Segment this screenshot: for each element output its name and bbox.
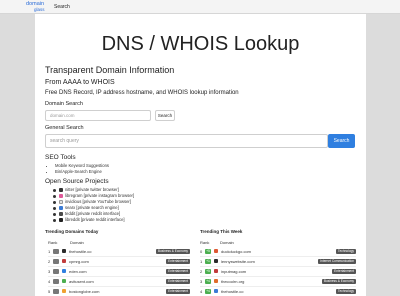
- rank-change-badge: +1: [205, 259, 211, 264]
- table-row[interactable]: 3 eden.com Entertainment: [48, 267, 190, 277]
- rank-value: 5: [48, 289, 51, 294]
- rank-change-badge: [53, 259, 59, 264]
- favicon-icon: [62, 259, 66, 263]
- rank-value: 4: [48, 279, 51, 284]
- bullet-icon: [53, 188, 56, 192]
- table-row[interactable]: 4 +4 thehostile.co Technology: [200, 287, 356, 296]
- col-header-domain: Domain: [220, 240, 234, 245]
- category-badge[interactable]: Technology: [335, 289, 356, 294]
- libregram-icon: [59, 194, 63, 198]
- bullet-icon: [53, 212, 56, 216]
- rank-change-badge: +4: [205, 279, 211, 284]
- table-row[interactable]: 1 thehostile.co Business & Economy: [48, 247, 190, 257]
- table-row[interactable]: 5 bostonglobe.com Entertainment: [48, 287, 190, 296]
- favicon-icon: [214, 249, 218, 253]
- favicon-icon: [62, 279, 66, 283]
- domain-link[interactable]: thehostile.co: [69, 249, 91, 254]
- domain-link[interactable]: avitusent.com: [69, 279, 94, 284]
- category-badge[interactable]: Entertainment: [166, 259, 190, 264]
- rank-value: 2: [48, 259, 51, 264]
- domain-search-button[interactable]: Search: [155, 110, 175, 121]
- favicon-icon: [214, 279, 218, 283]
- favicon-icon: [214, 259, 218, 263]
- domain-link[interactable]: inputmag.com: [221, 269, 246, 274]
- open-source-list: nitter [private twitter browser] libregr…: [53, 187, 134, 223]
- rank-value: 3: [200, 279, 203, 284]
- rank-change-badge: [53, 279, 59, 284]
- intro-heading: Transparent Domain Information: [45, 65, 175, 75]
- favicon-icon: [214, 289, 218, 293]
- table-row[interactable]: 2 cpmrg.com Entertainment: [48, 257, 190, 267]
- libreddit-icon: [59, 218, 63, 222]
- bullet-icon: [53, 218, 56, 222]
- top-navbar: domain glass Search: [0, 0, 400, 14]
- project-item[interactable]: libreddit [private reddit interface]: [53, 217, 134, 223]
- bullet-icon: [53, 206, 56, 210]
- category-badge[interactable]: Entertainment: [332, 269, 356, 274]
- general-search-input[interactable]: search query: [45, 134, 328, 148]
- general-search-button[interactable]: Search: [328, 134, 355, 148]
- seo-tool-link[interactable]: Bin/Apple-Search Engine: [55, 169, 109, 175]
- general-search-label: General Search: [45, 125, 84, 131]
- rank-value: 0: [200, 249, 203, 254]
- teddit-icon: [59, 212, 63, 216]
- col-header-rank: Rank: [48, 240, 58, 245]
- domain-link[interactable]: bostonglobe.com: [69, 289, 99, 294]
- rank-change-badge: +5: [205, 249, 211, 254]
- logo-text-glass: glass: [34, 6, 45, 12]
- intro-subtitle: From AAAA to WHOIS: [45, 79, 115, 86]
- nav-search-link[interactable]: Search: [54, 4, 70, 10]
- trending-week-title: Trending This Week: [200, 229, 243, 234]
- domain-search-label: Domain Search: [45, 101, 83, 107]
- rank-value: 2: [200, 269, 203, 274]
- open-source-heading: Open Source Projects: [45, 178, 109, 185]
- domain-link[interactable]: duckduckgo.com: [221, 249, 251, 254]
- category-badge[interactable]: Entertainment: [166, 269, 190, 274]
- domain-search-input[interactable]: domain.com: [45, 110, 151, 121]
- nitter-icon: [59, 188, 63, 192]
- domain-link[interactable]: lennyswebsite.com: [221, 259, 255, 264]
- category-badge[interactable]: Technology: [335, 249, 356, 254]
- favicon-icon: [62, 249, 66, 253]
- domain-link[interactable]: thecoolrn.org: [221, 279, 244, 284]
- rank-change-badge: [53, 269, 59, 274]
- col-header-domain: Domain: [70, 240, 84, 245]
- rank-change-badge: +4: [205, 289, 211, 294]
- site-logo[interactable]: domain glass: [26, 1, 50, 13]
- searx-icon: [59, 206, 63, 210]
- rank-value: 1: [48, 249, 51, 254]
- rank-value: 4: [200, 289, 203, 294]
- intro-description: Free DNS Record, IP address hostname, an…: [45, 90, 239, 96]
- domain-link[interactable]: cpmrg.com: [69, 259, 89, 264]
- table-row[interactable]: 4 avitusent.com Entertainment: [48, 277, 190, 287]
- trending-today-title: Trending Domains Today: [45, 229, 99, 234]
- category-badge[interactable]: Entertainment: [166, 289, 190, 294]
- rank-value: 3: [48, 269, 51, 274]
- domain-link[interactable]: eden.com: [69, 269, 87, 274]
- seo-tools-list: Mobile Keyword Suggestions Bin/Apple-Sea…: [55, 163, 109, 175]
- bullet-icon: [53, 194, 56, 198]
- col-header-rank: Rank: [200, 240, 210, 245]
- category-badge[interactable]: Business & Economy: [321, 279, 356, 284]
- table-row[interactable]: 2 +5 inputmag.com Entertainment: [200, 267, 356, 277]
- bullet-icon: [53, 200, 56, 204]
- category-badge[interactable]: Entertainment: [166, 279, 190, 284]
- favicon-icon: [62, 269, 66, 273]
- favicon-icon: [214, 269, 218, 273]
- rank-change-badge: [53, 249, 59, 254]
- page-title: DNS / WHOIS Lookup: [101, 33, 300, 55]
- rank-value: 1: [200, 259, 203, 264]
- rank-change-badge: +5: [205, 269, 211, 274]
- category-badge[interactable]: Internet Communication: [318, 259, 356, 264]
- favicon-icon: [62, 289, 66, 293]
- rank-change-badge: [53, 289, 59, 294]
- table-row[interactable]: 3 +4 thecoolrn.org Business & Economy: [200, 277, 356, 287]
- table-row[interactable]: 0 +5 duckduckgo.com Technology: [200, 247, 356, 257]
- category-badge[interactable]: Business & Economy: [155, 249, 190, 254]
- domain-link[interactable]: thehostile.co: [221, 289, 243, 294]
- invidious-icon: [59, 200, 63, 204]
- seo-tools-heading: SEO Tools: [45, 154, 76, 161]
- main-content: DNS / WHOIS Lookup Transparent Domain In…: [35, 14, 366, 296]
- table-row[interactable]: 1 +1 lennyswebsite.com Internet Communicati…: [200, 257, 356, 267]
